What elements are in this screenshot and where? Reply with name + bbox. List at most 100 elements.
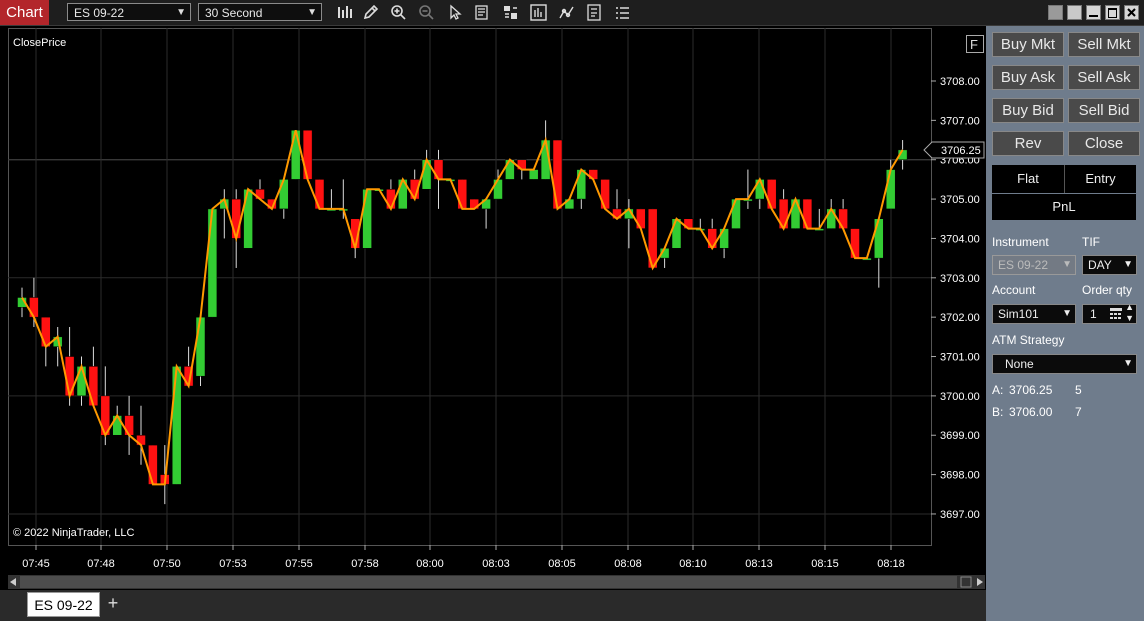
candle-body (528, 169, 539, 180)
chevron-down-icon: ▼ (1062, 308, 1072, 319)
bar-type-icon[interactable] (336, 4, 353, 21)
position-status: Flat (1017, 171, 1039, 186)
candle-body (302, 129, 313, 180)
buy-bid-button[interactable]: Buy Bid (992, 98, 1064, 123)
scrollbar-thumb[interactable] (20, 576, 957, 588)
close-position-button[interactable]: Close (1068, 131, 1140, 156)
x-tick-label: 08:03 (482, 558, 510, 570)
order-qty-input[interactable]: 1 ▲ ▼ (1082, 302, 1137, 324)
close-icon (1127, 8, 1136, 17)
sell-bid-button[interactable]: Sell Bid (1068, 98, 1140, 123)
candle-body (290, 129, 301, 180)
more-icon[interactable] (614, 4, 631, 21)
tif-select[interactable]: DAY ▼ (1082, 255, 1137, 275)
candle-body (874, 218, 884, 259)
horizontal-scrollbar[interactable] (8, 575, 985, 589)
tif-label: TIF (1082, 235, 1100, 249)
interval-selector-value: 30 Second (205, 6, 263, 20)
pnl-box: PnL (992, 194, 1136, 220)
candle-body (802, 198, 813, 229)
chevron-down-icon: ▼ (1062, 259, 1072, 270)
buy-ask-button[interactable]: Buy Ask (992, 65, 1064, 90)
zoom-in-icon[interactable] (390, 4, 407, 21)
candle-body (576, 169, 587, 200)
qty-down-icon[interactable]: ▼ (1125, 313, 1134, 323)
add-tab-button[interactable]: + (103, 592, 123, 614)
instrument-select: ES 09-22 ▼ (992, 255, 1076, 275)
current-price-marker: 3706.25 (923, 141, 985, 159)
candle-body (231, 198, 241, 239)
chevron-down-icon: ▼ (1123, 259, 1133, 270)
f-button[interactable]: F (966, 35, 984, 53)
atm-strategy-label: ATM Strategy (992, 333, 1065, 347)
candle-body (707, 228, 717, 249)
close-window-button[interactable] (1124, 5, 1139, 20)
current-price-label: 3706.25 (941, 145, 981, 157)
price-chart[interactable]: 3708.003707.003706.003705.003704.003703.… (0, 26, 986, 590)
candle-body (731, 198, 741, 229)
candle-body (671, 218, 682, 249)
candle-body (362, 188, 372, 249)
ask-label: A: (992, 383, 1004, 397)
candle-body (766, 179, 777, 210)
snap-left-button[interactable] (1048, 5, 1063, 20)
interval-selector[interactable]: 30 Second ▼ (198, 3, 322, 21)
y-tick-label: 3697.00 (940, 509, 980, 521)
bid-label: B: (992, 405, 1004, 419)
x-tick-label: 08:15 (811, 558, 839, 570)
plot-label: ClosePrice (13, 37, 66, 49)
indicators-icon[interactable] (530, 4, 547, 21)
x-tick-label: 07:50 (153, 558, 181, 570)
y-tick-label: 3700.00 (940, 391, 980, 403)
properties-icon[interactable] (474, 4, 491, 21)
reverse-button[interactable]: Rev (992, 131, 1064, 156)
candle-body (826, 208, 836, 229)
x-tick-label: 08:00 (416, 558, 444, 570)
y-tick-label: 3704.00 (940, 233, 980, 245)
candle-body (885, 169, 896, 210)
pencil-icon[interactable] (362, 4, 379, 21)
chart-panel[interactable]: 3708.00 3707.00 3706.00 3705.00 3704.00 3703.… (0, 26, 986, 590)
data-box-icon[interactable] (502, 4, 519, 21)
zoom-out-icon[interactable] (418, 4, 435, 21)
minimize-icon (1089, 15, 1098, 17)
chart-trader-icon[interactable] (586, 4, 603, 21)
account-select[interactable]: Sim101 ▼ (992, 304, 1076, 324)
calculator-icon[interactable] (1110, 308, 1122, 320)
tab-es-09-22[interactable]: ES 09-22 (27, 592, 100, 617)
chart-toolbar: Chart ES 09-22 ▼ 30 Second ▼ (0, 0, 1144, 26)
chevron-down-icon: ▼ (176, 7, 186, 18)
candle-body (207, 208, 218, 318)
snap-right-button[interactable] (1067, 5, 1082, 20)
maximize-icon (1108, 8, 1117, 18)
minimize-button[interactable] (1086, 5, 1101, 20)
candle-body (719, 228, 729, 249)
chart-trader-panel: Buy Mkt Sell Mkt Buy Ask Sell Ask Buy Bi… (986, 26, 1144, 621)
buy-market-button[interactable]: Buy Mkt (992, 32, 1064, 57)
instrument-selector[interactable]: ES 09-22 ▼ (67, 3, 191, 21)
qty-up-icon[interactable]: ▲ (1125, 302, 1134, 312)
candle-body (41, 316, 51, 347)
candle-body (790, 198, 801, 229)
candle-body (552, 139, 563, 210)
tab-bar: ES 09-22 + (0, 590, 986, 621)
candle-body (195, 316, 206, 377)
order-qty-label: Order qty (1082, 283, 1133, 297)
app-title: Chart (0, 0, 49, 25)
atm-strategy-select[interactable]: None ▼ (992, 354, 1137, 374)
x-tick-label: 08:18 (877, 558, 905, 570)
x-tick-label: 07:55 (285, 558, 313, 570)
strategies-icon[interactable] (558, 4, 575, 21)
sell-ask-button[interactable]: Sell Ask (1068, 65, 1140, 90)
y-tick-label: 3708.00 (940, 76, 980, 88)
bid-size: 7 (1075, 405, 1082, 419)
y-tick-label: 3707.00 (940, 115, 980, 127)
instrument-selector-value: ES 09-22 (74, 6, 125, 20)
instrument-label: Instrument (992, 235, 1049, 249)
y-tick-label: 3705.00 (940, 194, 980, 206)
maximize-button[interactable] (1105, 5, 1120, 20)
chevron-down-icon: ▼ (307, 7, 317, 18)
sell-market-button[interactable]: Sell Mkt (1068, 32, 1140, 57)
pointer-icon[interactable] (446, 4, 463, 21)
ask-price: 3706.25 (1009, 383, 1053, 397)
